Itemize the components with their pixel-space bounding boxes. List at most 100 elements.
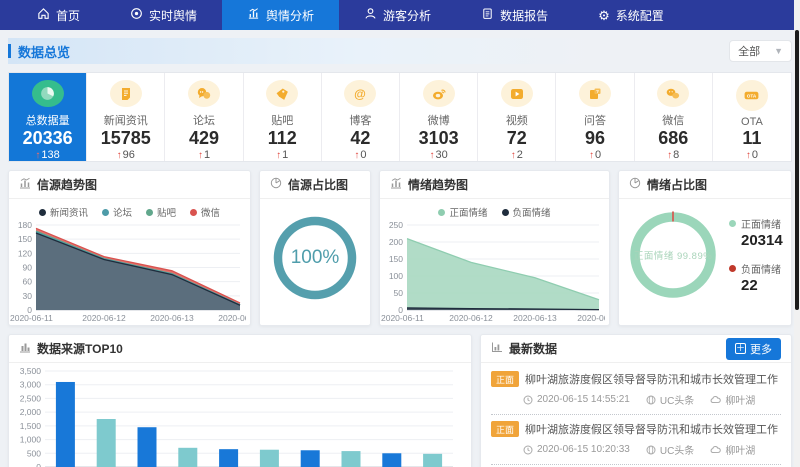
emotion-ratio-legend: 正面情绪 20314 负面情绪 22 [729, 216, 783, 294]
svg-text:2020-06-14: 2020-06-14 [577, 313, 605, 323]
stat-card-news[interactable]: 新闻资讯 15785 ↑96 [87, 73, 165, 161]
source-trend-card: 信源趋势图 新闻资讯 论坛 贴吧 微信 03060901201501802020… [8, 170, 251, 326]
card-title: 情绪趋势图 [408, 176, 468, 193]
person-icon [364, 7, 377, 23]
stat-value: 686 [658, 128, 688, 149]
source-trend-legend: 新闻资讯 论坛 贴吧 微信 [9, 205, 250, 219]
stat-card-wechat[interactable]: 微信 686 ↑8 [635, 73, 713, 161]
legend-item[interactable]: 贴吧 [146, 205, 176, 219]
legend-item[interactable]: 正面情绪 20314 [729, 216, 783, 249]
source-ratio-donut[interactable]: 100% [260, 199, 370, 317]
svg-text:2020-06-11: 2020-06-11 [10, 313, 53, 323]
svg-text:0: 0 [36, 462, 41, 467]
emotion-ratio-donut[interactable]: 正面情绪 99.89% [625, 207, 721, 303]
scrollbar-thumb[interactable] [795, 30, 799, 310]
bar-chart-icon [491, 340, 503, 358]
chevron-down-icon: ▼ [774, 46, 783, 56]
news-icon [110, 80, 142, 107]
news-title[interactable]: 柳叶湖旅游度假区领导督导防汛和城市长效管理工作 [525, 421, 778, 437]
bottom-row: 数据来源TOP10 05001,0001,5002,0002,5003,0003… [8, 334, 792, 467]
legend-item[interactable]: 正面情绪 [438, 205, 487, 219]
news-title[interactable]: 柳叶湖旅游度假区领导督导防汛和城市长效管理工作 [525, 371, 778, 387]
scrollbar[interactable] [794, 0, 800, 467]
svg-text:2020-06-14: 2020-06-14 [218, 313, 246, 323]
stat-card-weibo[interactable]: 微博 3103 ↑30 [400, 73, 478, 161]
svg-text:2020-06-13: 2020-06-13 [150, 313, 194, 323]
stat-delta: ↑96 [117, 149, 135, 161]
emotion-trend-card: 情绪趋势图 正面情绪 负面情绪 0501001502002502020-06-1… [379, 170, 610, 326]
svg-text:150: 150 [18, 234, 32, 244]
tag-icon [266, 80, 298, 107]
card-title: 最新数据 [509, 340, 557, 357]
more-button[interactable]: ＋ 更多 [726, 338, 781, 360]
nav-item-home[interactable]: 首页 [12, 0, 105, 30]
news-source: UC头条 [646, 392, 694, 407]
nav-item-analysis[interactable]: 舆情分析 [222, 0, 339, 30]
stat-value: 96 [585, 128, 605, 149]
chart-icon [247, 7, 260, 23]
filter-dropdown[interactable]: 全部 ▼ [729, 40, 792, 62]
source-trend-chart: 03060901201501802020-06-112020-06-122020… [9, 219, 246, 323]
stat-card-total[interactable]: 总数据量 20336 ↑138 [9, 73, 87, 161]
stat-label: 视频 [506, 112, 528, 128]
stat-label: 微博 [428, 112, 450, 128]
legend-item[interactable]: 负面情绪 [502, 205, 551, 219]
latest-news-list: 正面 柳叶湖旅游度假区领导督导防汛和城市长效管理工作 2020-06-15 14… [481, 363, 791, 467]
stat-card-tieba[interactable]: 贴吧 112 ↑1 [244, 73, 322, 161]
stat-value: 20336 [23, 128, 73, 149]
emotion-trend-chart: 0501001502002502020-06-112020-06-122020-… [380, 219, 605, 323]
stat-value: 42 [350, 128, 370, 149]
charts-row: 信源趋势图 新闻资讯 论坛 贴吧 微信 03060901201501802020… [8, 170, 792, 326]
stat-label: 论坛 [193, 112, 215, 128]
top10-bar-chart: 05001,0001,5002,0002,5003,0003,500新浪微博百家… [9, 363, 461, 467]
svg-text:2020-06-12: 2020-06-12 [449, 313, 493, 323]
stat-delta: ↑30 [429, 149, 447, 161]
nav-item-realtime[interactable]: 实时舆情 [105, 0, 222, 30]
section-marker [8, 44, 11, 58]
trend-chart-icon [19, 176, 31, 194]
svg-text:60: 60 [23, 277, 33, 287]
stat-card-blog[interactable]: @ 博客 42 ↑0 [322, 73, 400, 161]
news-time: 2020-06-15 10:20:33 [523, 442, 630, 457]
stat-label: 博客 [349, 112, 371, 128]
legend-item[interactable]: 新闻资讯 [39, 205, 88, 219]
stat-delta: ↑0 [746, 149, 758, 161]
up-arrow-icon: ↑ [35, 150, 40, 161]
pie-icon [270, 176, 282, 194]
stat-card-ota[interactable]: OTA OTA 11 ↑0 [713, 73, 791, 161]
legend-item[interactable]: 微信 [190, 205, 220, 219]
latest-data-card: 最新数据 ＋ 更多 正面 柳叶湖旅游度假区领导督导防汛和城市长效管理工作 202… [480, 334, 792, 467]
nav-item-visitor[interactable]: 游客分析 [339, 0, 456, 30]
wechat-icon [657, 80, 689, 107]
svg-text:200: 200 [389, 237, 403, 247]
stat-delta: ↑0 [354, 149, 366, 161]
stat-value: 3103 [419, 128, 459, 149]
legend-item[interactable]: 负面情绪 22 [729, 261, 783, 294]
donut-center-label: 100% [291, 247, 340, 269]
news-item[interactable]: 正面 柳叶湖旅游度假区领导督导防汛和城市长效管理工作 2020-06-15 14… [491, 365, 781, 415]
source-ratio-card: 信源占比图 100% [259, 170, 371, 326]
top-nav: 首页 实时舆情 舆情分析 游客分析 数据报告 ⚙ 系统配置 [0, 0, 800, 30]
nav-item-report[interactable]: 数据报告 [456, 0, 573, 30]
card-title: 情绪占比图 [647, 176, 707, 193]
pie-chart-icon [32, 80, 64, 107]
emotion-ratio-card: 情绪占比图 正面情绪 99.89% 正面情绪 20314 负面 [618, 170, 792, 326]
svg-text:500: 500 [27, 448, 41, 458]
clipboard-icon [481, 7, 494, 23]
plus-icon: ＋ [735, 343, 746, 354]
svg-text:90: 90 [23, 263, 33, 273]
pie-icon [629, 176, 641, 194]
svg-text:30: 30 [23, 291, 33, 301]
stat-card-video[interactable]: 视频 72 ↑2 [478, 73, 556, 161]
nav-item-config[interactable]: ⚙ 系统配置 [573, 0, 689, 30]
emotion-trend-legend: 正面情绪 负面情绪 [380, 205, 609, 219]
svg-text:180: 180 [18, 220, 32, 230]
stat-card-forum[interactable]: 论坛 429 ↑1 [165, 73, 243, 161]
svg-text:2020-06-11: 2020-06-11 [381, 313, 424, 323]
legend-item[interactable]: 论坛 [102, 205, 132, 219]
news-item[interactable]: 正面 柳叶湖旅游度假区领导督导防汛和城市长效管理工作 2020-06-15 10… [491, 415, 781, 465]
ota-icon: OTA [736, 80, 768, 111]
stat-card-qa[interactable]: ? 问答 96 ↑0 [556, 73, 634, 161]
stats-row: 总数据量 20336 ↑138 新闻资讯 15785 ↑96 论坛 429 ↑1… [8, 72, 792, 162]
svg-text:120: 120 [18, 248, 32, 258]
